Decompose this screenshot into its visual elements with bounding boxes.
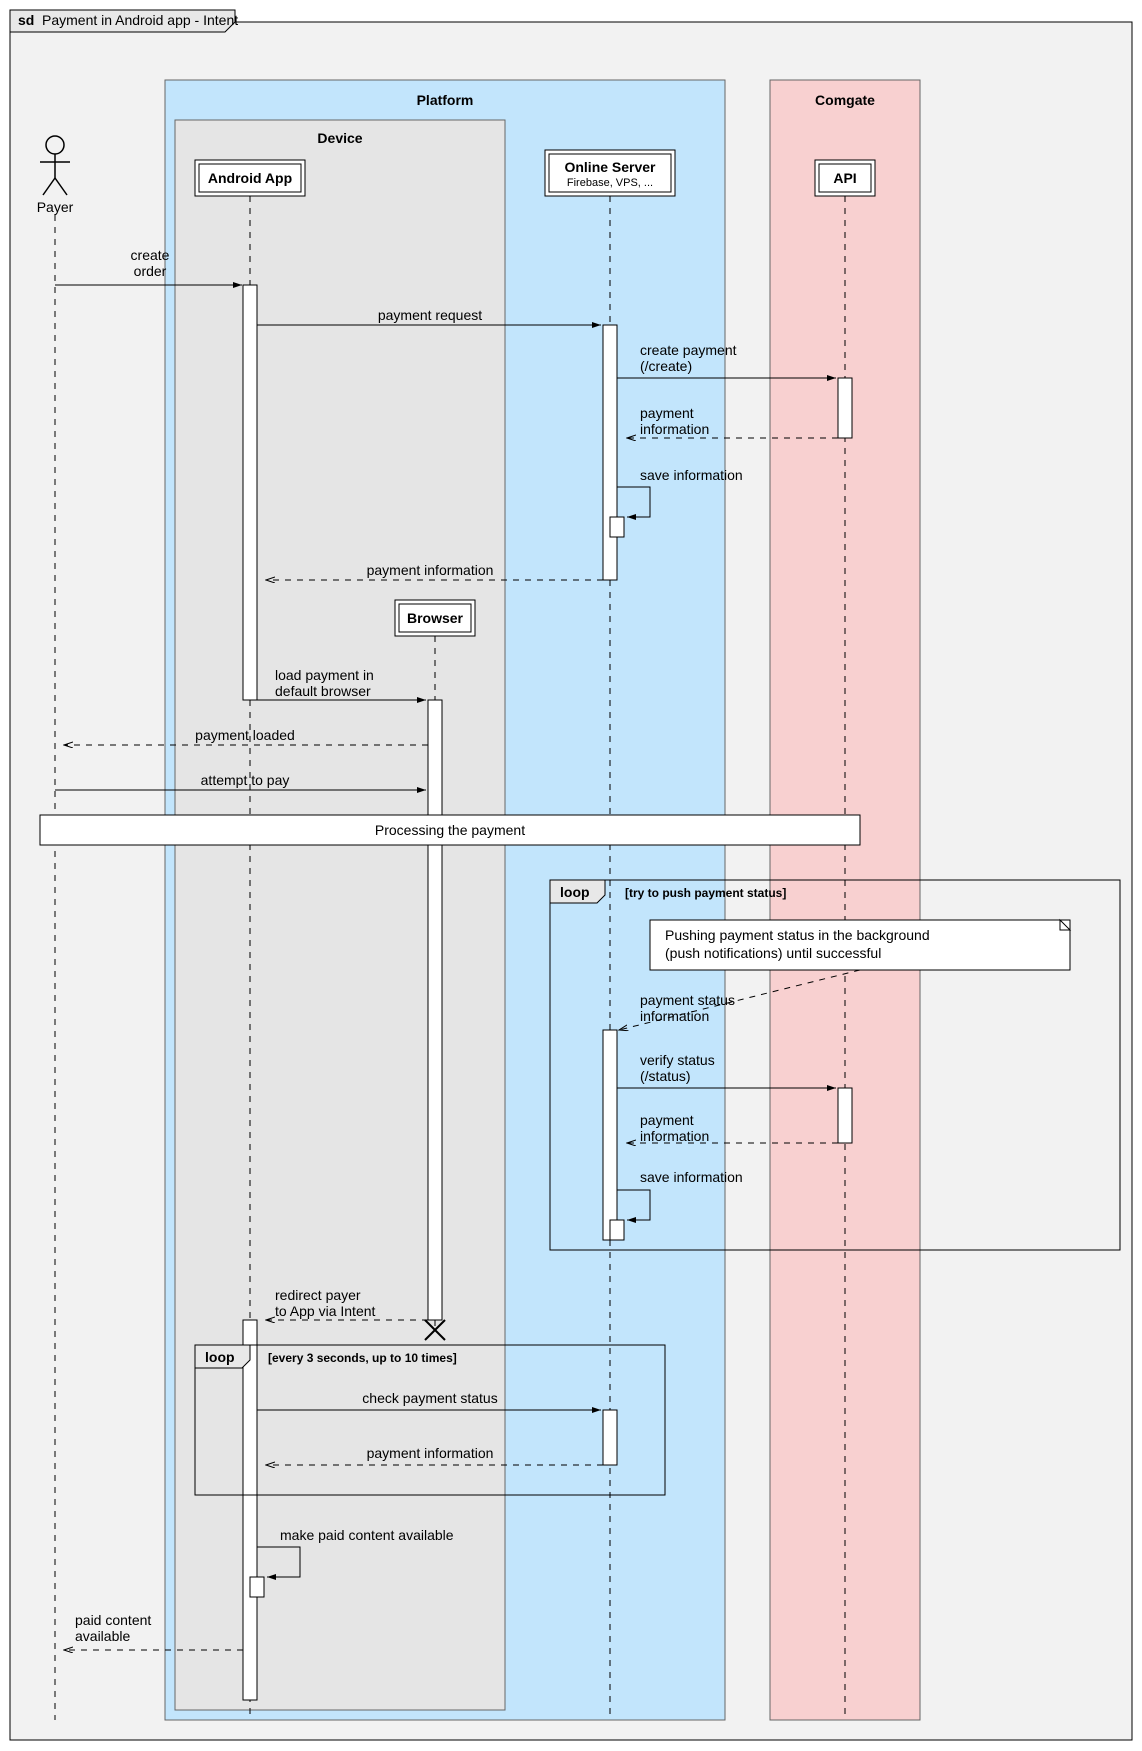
msg-status-info-1: payment status: [640, 992, 735, 1008]
android-activation-1: [243, 285, 257, 700]
server-activation-2: [603, 1030, 617, 1240]
msg-redirect-2: to App via Intent: [275, 1303, 376, 1319]
note-text-1: Pushing payment status in the background: [665, 927, 930, 943]
browser-label: Browser: [407, 610, 464, 626]
loop1-label: loop: [560, 884, 590, 900]
server-sub-activation-2: [610, 1220, 624, 1240]
msg-payment-info-3: payment information: [367, 562, 494, 578]
title-prefix: sd: [18, 12, 34, 28]
loop2-label: loop: [205, 1349, 235, 1365]
sequence-diagram: sd Payment in Android app - Intent Platf…: [0, 0, 1142, 1751]
device-label: Device: [317, 130, 362, 146]
msg-payment-info-4: payment: [640, 1112, 694, 1128]
msg-check-status: check payment status: [362, 1390, 497, 1406]
msg-create-order-1: create: [131, 247, 170, 263]
msg-create-payment-2: (/create): [640, 358, 692, 374]
api-activation-2: [838, 1088, 852, 1143]
msg-payment-request: payment request: [378, 307, 482, 323]
server-activation-1: [603, 325, 617, 580]
msg-payment-info-1: payment: [640, 405, 694, 421]
msg-save-info-2: save information: [640, 1169, 743, 1185]
msg-save-info: save information: [640, 467, 743, 483]
api-activation-1: [838, 378, 852, 438]
msg-payment-info-2: information: [640, 421, 709, 437]
note-text-2: (push notifications) until successful: [665, 945, 881, 961]
msg-payment-info-5: information: [640, 1128, 709, 1144]
loop2-condition: [every 3 seconds, up to 10 times]: [268, 1351, 457, 1365]
loop1-condition: [try to push payment status]: [625, 886, 786, 900]
diagram-svg: sd Payment in Android app - Intent Platf…: [0, 0, 1142, 1751]
comgate-label: Comgate: [815, 92, 875, 108]
msg-load-payment-1: load payment in: [275, 667, 374, 683]
platform-label: Platform: [417, 92, 474, 108]
device-box: [175, 120, 505, 1710]
server-activation-3: [603, 1410, 617, 1465]
title-text: Payment in Android app - Intent: [42, 12, 238, 28]
msg-paid-content-1: paid content: [75, 1612, 151, 1628]
online-server-sub: Firebase, VPS, ...: [567, 177, 653, 189]
android-activation-2: [243, 1320, 257, 1700]
android-app-label: Android App: [208, 170, 292, 186]
msg-attempt-pay: attempt to pay: [201, 772, 290, 788]
msg-status-info-2: information: [640, 1008, 709, 1024]
msg-paid-content-2: available: [75, 1628, 130, 1644]
msg-verify-1: verify status: [640, 1052, 715, 1068]
msg-load-payment-2: default browser: [275, 683, 371, 699]
msg-payment-loaded: payment loaded: [195, 727, 295, 743]
server-sub-activation-1: [610, 517, 624, 537]
msg-payment-info-6: payment information: [367, 1445, 494, 1461]
msg-redirect-1: redirect payer: [275, 1287, 361, 1303]
android-sub-activation: [250, 1577, 264, 1597]
online-server-label: Online Server: [564, 159, 656, 175]
msg-make-paid: make paid content available: [280, 1527, 454, 1543]
browser-activation: [428, 700, 442, 1320]
msg-create-order-2: order: [134, 263, 167, 279]
payer-label: Payer: [37, 199, 74, 215]
api-label: API: [833, 170, 856, 186]
msg-create-payment-1: create payment: [640, 342, 737, 358]
msg-processing: Processing the payment: [375, 822, 525, 838]
msg-verify-2: (/status): [640, 1068, 691, 1084]
